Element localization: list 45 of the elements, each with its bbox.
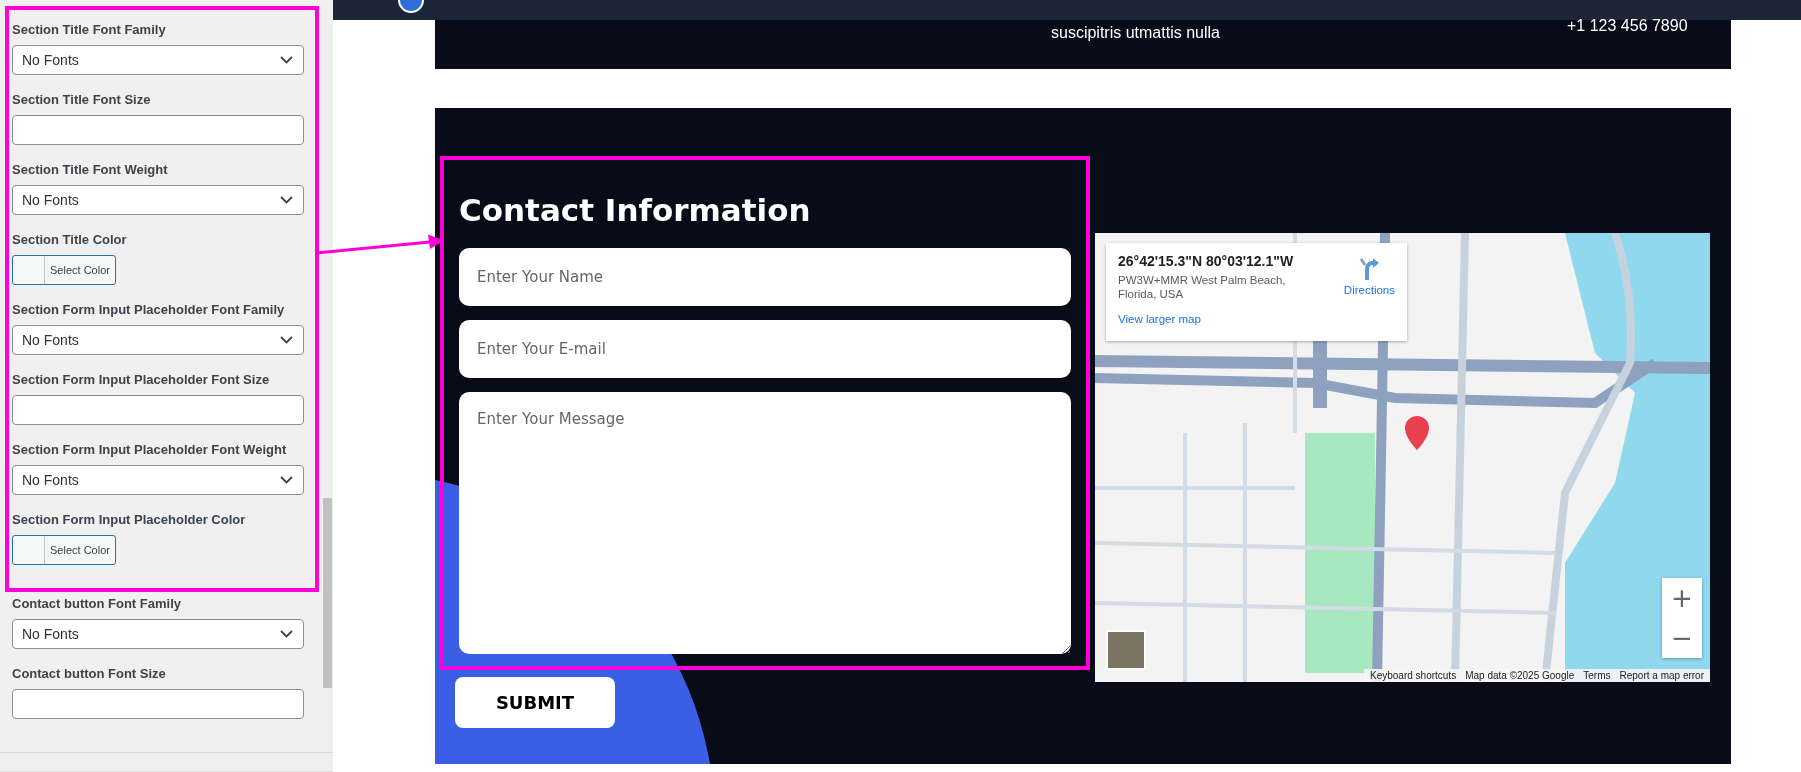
color-picker-button[interactable]: Select Color: [12, 535, 116, 565]
field-label: Contact button Font Size: [12, 665, 167, 683]
field-label: Section Form Input Placeholder Color: [12, 511, 247, 529]
chevron-down-icon: [280, 630, 293, 638]
input-field[interactable]: [12, 115, 304, 145]
input-field[interactable]: [12, 689, 304, 719]
banner-text: suscipitris utmattis nulla: [1051, 24, 1220, 42]
font-select[interactable]: No Fonts: [12, 325, 304, 355]
font-select[interactable]: No Fonts: [12, 619, 304, 649]
zoom-in-button[interactable]: +: [1662, 578, 1702, 618]
submit-button[interactable]: SUBMIT: [455, 677, 615, 728]
zoom-out-button[interactable]: −: [1662, 618, 1702, 658]
font-select[interactable]: No Fonts: [12, 45, 304, 75]
font-select[interactable]: No Fonts: [12, 465, 304, 495]
chevron-down-icon: [280, 336, 293, 344]
section-title: Contact Information: [459, 191, 812, 230]
chevron-down-icon: [280, 196, 293, 204]
font-select[interactable]: No Fonts: [12, 185, 304, 215]
view-larger-map-link[interactable]: View larger map: [1118, 313, 1298, 325]
map-footer-link[interactable]: Report a map error: [1619, 670, 1704, 681]
field-label: Section Form Input Placeholder Font Size: [12, 371, 271, 389]
phone-number: +1 123 456 7890: [1567, 17, 1688, 35]
message-field[interactable]: Enter Your Message: [459, 392, 1071, 654]
field-label: Section Form Input Placeholder Font Weight: [12, 441, 288, 459]
logo-icon: [397, 0, 425, 14]
field-label: Section Title Font Family: [12, 21, 167, 39]
field-label: Section Title Font Weight: [12, 161, 169, 179]
input-field[interactable]: Enter Your E-mail: [459, 320, 1071, 378]
field-label: Section Title Color: [12, 231, 128, 249]
chevron-down-icon: [280, 476, 293, 484]
chevron-down-icon: [280, 56, 293, 64]
satellite-photo-placeholder[interactable]: [1106, 630, 1146, 670]
map-footer-link[interactable]: Keyboard shortcuts: [1370, 670, 1457, 681]
input-field[interactable]: Enter Your Name: [459, 248, 1071, 306]
field-label: Contact button Font Family: [12, 595, 182, 613]
directions-icon: [1358, 257, 1381, 281]
field-label: Section Form Input Placeholder Font Family: [12, 301, 286, 319]
map-footer-link[interactable]: Terms: [1583, 670, 1611, 681]
directions-link[interactable]: Directions: [1343, 257, 1395, 307]
coordinates-text: 26°42'15.3"N 80°03'12.1"W: [1118, 253, 1295, 269]
input-field[interactable]: [12, 395, 304, 425]
address-text: PW3W+MMR West Palm Beach, Florida, USA: [1118, 273, 1287, 301]
field-label: Section Title Font Size: [12, 91, 152, 109]
color-picker-button[interactable]: Select Color: [12, 255, 116, 285]
map-footer-link[interactable]: Map data ©2025 Google: [1465, 670, 1575, 681]
